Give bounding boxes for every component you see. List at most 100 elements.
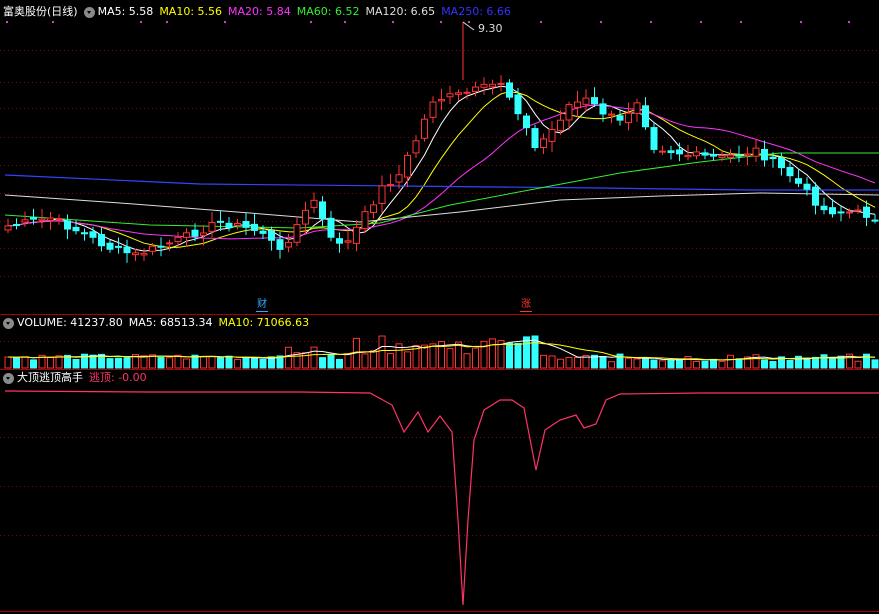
volume-bar (608, 361, 615, 369)
candle-body (523, 115, 530, 129)
top-marker (848, 21, 850, 23)
indicator-name: 大顶逃顶高手 (17, 371, 83, 384)
top-marker (800, 21, 802, 23)
stock-chart[interactable] (0, 0, 879, 614)
volume-bar (718, 360, 726, 369)
ma-legend: MA5: 5.58 MA10: 5.56 MA20: 5.84 MA60: 6.52 M… (98, 4, 517, 20)
ma-label-4: MA120: 6.65 (365, 5, 436, 18)
candle-body (803, 183, 811, 190)
peak-price-label: 9.30 (478, 22, 503, 35)
main-panel-menu-icon[interactable] (83, 6, 95, 18)
main-panel-header: 富奥股份(日线) MA5: 5.58 MA10: 5.56 MA20: 5.84 MA… (0, 4, 517, 20)
ma-label-2: MA20: 5.84 (228, 5, 291, 18)
candle-body (327, 217, 335, 238)
candle-body (378, 185, 386, 205)
candle-body (625, 112, 632, 124)
volume-bar (208, 355, 216, 369)
candle-body (506, 82, 513, 98)
volume-bar (251, 357, 258, 369)
volume-bar (217, 357, 224, 369)
volume-bar (106, 358, 114, 369)
top-marker (310, 21, 312, 23)
volume-bar (871, 359, 879, 369)
candle-body (30, 217, 37, 220)
candle-body (710, 153, 717, 157)
candle-body (684, 154, 692, 158)
candle-body (693, 151, 700, 157)
candle-body (752, 147, 760, 157)
candle-body (353, 226, 360, 244)
volume-bar (140, 355, 148, 369)
candle-body (863, 206, 870, 218)
candle-body (871, 219, 879, 222)
ma-label-5: MA250: 6.66 (441, 5, 511, 18)
volume-bars (4, 335, 879, 369)
candle-body (565, 104, 573, 121)
candle-body (336, 238, 343, 244)
candle-body (667, 150, 675, 153)
volume-bar (285, 346, 292, 369)
candle-body (183, 232, 190, 238)
candle-body (64, 220, 71, 230)
volume-bar (421, 344, 428, 369)
volume-bar (676, 358, 683, 369)
volume-bar (472, 347, 479, 369)
event-marker-financial[interactable]: 财 (256, 299, 268, 312)
candle-body (795, 178, 802, 184)
volume-legend: VOLUME: 41237.80 MA5: 68513.34 MA10: 71066… (17, 315, 315, 331)
indicator-panel-header: 大顶逃顶高手 逃顶: -0.00 (0, 370, 147, 386)
candle-body (744, 153, 751, 156)
candle-body (769, 156, 777, 160)
candle-body (217, 220, 224, 223)
candle-body (404, 154, 411, 178)
candle-body (463, 91, 471, 94)
candle-body (166, 242, 173, 245)
volume-bar (863, 353, 870, 369)
candle-body (778, 157, 785, 169)
candle-body (616, 115, 624, 121)
candle-body (480, 83, 488, 88)
event-marker-rise[interactable]: 涨 (520, 299, 532, 312)
candle-body (455, 92, 462, 95)
candle-body (514, 94, 522, 115)
volume-bar (693, 360, 700, 369)
candle-body (472, 86, 479, 93)
top-marker (344, 21, 346, 23)
candle-body (140, 252, 148, 256)
top-marker (440, 21, 442, 23)
candle-body (98, 233, 105, 247)
volume-bar (72, 358, 80, 369)
volume-bar (310, 346, 318, 369)
candle-body (489, 83, 496, 88)
top-marker (540, 21, 542, 23)
volume-bar (234, 358, 241, 369)
peak-pointer (462, 21, 475, 31)
volume-bar (633, 358, 641, 369)
candle-body (735, 154, 743, 157)
candle-body (370, 204, 377, 213)
volume-bar (157, 357, 165, 369)
volume-label-1: MA5: 68513.34 (128, 316, 213, 329)
ma-label-1: MA10: 5.56 (159, 5, 223, 18)
candle-body (191, 229, 199, 237)
volume-bar (463, 353, 471, 369)
volume-bar (242, 356, 250, 369)
ma-label-0: MA5: 5.58 (97, 5, 154, 18)
volume-bar (735, 358, 743, 369)
volume-bar (625, 357, 632, 369)
top-marker (468, 21, 470, 23)
candle-body (718, 155, 726, 159)
top-marker (392, 21, 394, 23)
volume-bar (727, 354, 734, 369)
volume-bar (327, 354, 335, 369)
volume-bar (812, 356, 819, 369)
volume-bar (650, 359, 658, 369)
volume-bar (642, 358, 649, 369)
top-marker (600, 21, 602, 23)
candle-body (676, 149, 683, 155)
volume-panel-menu-icon[interactable] (3, 317, 14, 329)
volume-bar (710, 358, 717, 369)
indicator-panel-menu-icon[interactable] (3, 372, 14, 384)
candle-body (13, 224, 20, 227)
candle-body (846, 211, 853, 214)
